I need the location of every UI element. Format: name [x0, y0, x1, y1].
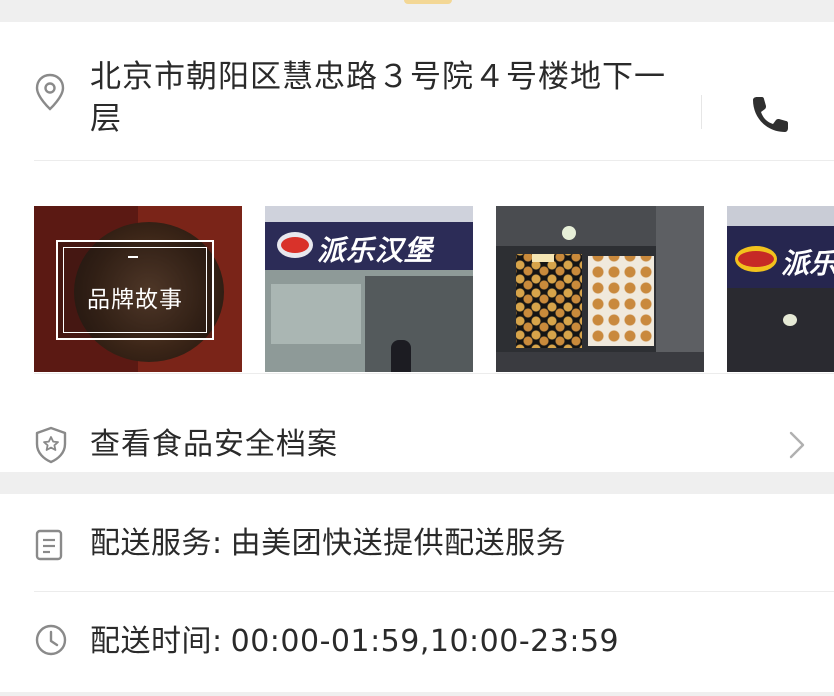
brand-story-label: 品牌故事	[87, 287, 183, 313]
store-sign-text: 派乐	[781, 247, 834, 280]
logo-inner	[281, 237, 309, 253]
photo-ceiling	[265, 206, 473, 222]
delivery-hours-text: 配送时间: 00:00-01:59,10:00-23:59	[90, 622, 619, 662]
clock-icon	[34, 623, 68, 657]
divider	[34, 373, 834, 374]
divider	[701, 95, 702, 129]
storefront-photo[interactable]: 派乐汉堡	[265, 206, 473, 372]
person-silhouette	[391, 340, 411, 372]
food-safety-record-link[interactable]: 查看食品安全档案	[0, 396, 834, 494]
store-sign: 派乐汉堡	[265, 222, 473, 270]
counter	[496, 352, 704, 372]
tab-indicator	[404, 0, 452, 4]
menu-board-title	[532, 254, 554, 262]
shield-star-icon	[34, 426, 68, 464]
shop-address: 北京市朝阳区慧忠路３号院４号楼地下一层	[90, 59, 666, 137]
menu-poster	[588, 256, 654, 346]
food-safety-label: 查看食品安全档案	[90, 427, 338, 462]
brand-story-frame: 品牌故事	[56, 240, 214, 340]
chevron-right-icon	[788, 430, 806, 464]
delivery-service-value: 由美团快送提供配送服务	[230, 526, 567, 561]
photo-ceiling	[727, 206, 834, 226]
menu-board	[516, 254, 582, 348]
location-pin-icon	[34, 73, 66, 111]
divider	[34, 160, 834, 161]
delivery-service-text: 配送服务: 由美团快送提供配送服务	[90, 524, 566, 564]
pala-logo	[735, 246, 777, 272]
menu-board-photo[interactable]	[496, 206, 704, 372]
shop-info-page: 北京市朝阳区慧忠路３号院４号楼地下一层 品牌故事 派乐汉堡 派乐 查看食品安全档…	[0, 0, 834, 696]
delivery-hours-row: 配送时间: 00:00-01:59,10:00-23:59	[0, 592, 834, 688]
delivery-info-card: 配送服务: 由美团快送提供配送服务 配送时间: 00:00-01:59,10:00-…	[0, 494, 834, 692]
ceiling-light	[562, 226, 576, 240]
ceiling-light	[783, 314, 797, 326]
pala-logo	[277, 232, 313, 258]
phone-button[interactable]	[744, 91, 794, 141]
delivery-hours-label: 配送时间:	[90, 624, 223, 659]
store-front	[727, 288, 834, 372]
logo-inner	[738, 251, 774, 267]
delivery-hours-value: 00:00-01:59,10:00-23:59	[230, 624, 620, 659]
phone-icon	[753, 97, 788, 132]
storefront-photo-2[interactable]: 派乐	[727, 206, 834, 372]
top-strip	[0, 0, 834, 22]
shop-info-card: 北京市朝阳区慧忠路３号院４号楼地下一层 品牌故事 派乐汉堡 派乐 查看食品安全档…	[0, 22, 834, 472]
document-icon	[34, 529, 64, 561]
brand-story-photo[interactable]: 品牌故事	[34, 206, 242, 372]
frame-dash	[128, 256, 138, 258]
store-window	[365, 276, 473, 372]
delivery-service-row: 配送服务: 由美团快送提供配送服务	[0, 494, 834, 590]
store-sign-text: 派乐汉堡	[317, 234, 434, 267]
pillar	[656, 206, 704, 372]
store-sign: 派乐	[727, 226, 834, 288]
store-window	[271, 284, 361, 344]
delivery-service-label: 配送服务:	[90, 526, 223, 561]
